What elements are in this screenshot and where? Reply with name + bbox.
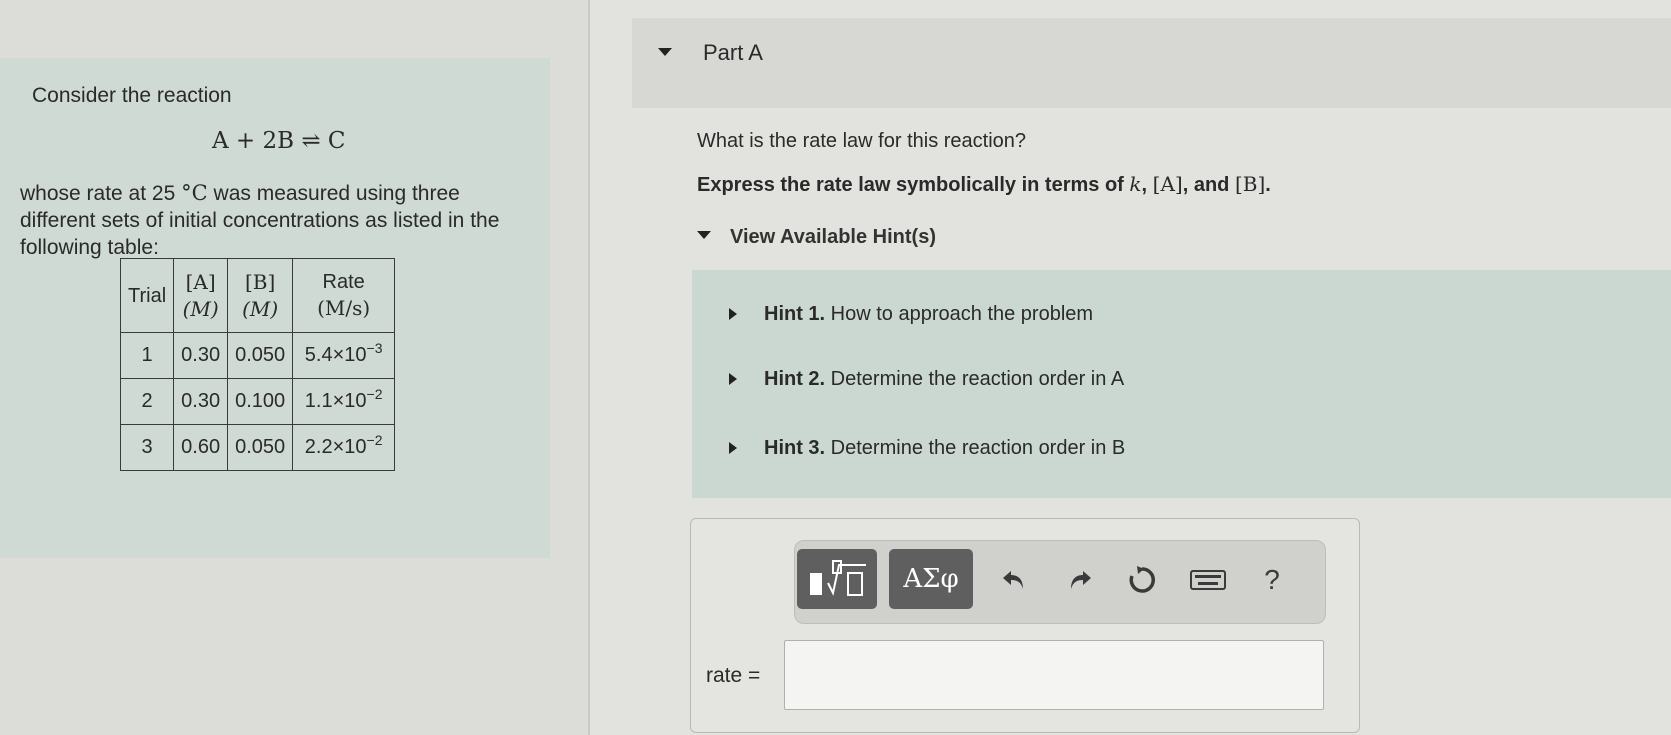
table-row: 1 0.30 0.050 5.4×10−3: [119, 332, 396, 379]
hints-caret-icon[interactable]: [697, 231, 711, 239]
reset-icon[interactable]: [1122, 558, 1162, 602]
cell-a: 0.60: [173, 424, 229, 471]
question-text: What is the rate law for this reaction?: [697, 130, 1027, 152]
templates-icon: [810, 560, 866, 596]
redo-icon[interactable]: [1060, 558, 1100, 602]
view-hints-toggle[interactable]: View Available Hint(s): [730, 226, 936, 249]
cell-b: 0.100: [227, 378, 294, 425]
cell-rate: 5.4×10−3: [292, 332, 396, 379]
help-icon[interactable]: ?: [1252, 558, 1292, 602]
hint-3-expand-icon[interactable]: [729, 442, 737, 454]
cell-b: 0.050: [227, 332, 294, 379]
cell-b: 0.050: [227, 424, 294, 471]
cell-trial: 1: [119, 332, 175, 379]
part-a-label[interactable]: Part A: [703, 40, 763, 66]
cell-trial: 3: [119, 424, 175, 471]
table-row: 2 0.30 0.100 1.1×10−2: [119, 378, 396, 425]
greek-symbols-button[interactable]: ΑΣφ: [889, 549, 973, 609]
rate-answer-input[interactable]: [784, 640, 1324, 710]
concentration-table: Trial [A] (M) [B] (M) Rate (M/s) 1 0.30 0.0…: [119, 258, 396, 471]
header-rate: Rate (M/s): [292, 258, 396, 333]
cell-trial: 2: [119, 378, 175, 425]
header-trial: Trial: [119, 258, 175, 333]
problem-intro: Consider the reaction: [32, 84, 232, 107]
problem-description: whose rate at 25 °C was measured using t…: [20, 181, 500, 259]
cell-a: 0.30: [173, 378, 229, 425]
table-row: 3 0.60 0.050 2.2×10−2: [119, 424, 396, 471]
undo-icon[interactable]: [994, 558, 1034, 602]
table-header-row: Trial [A] (M) [B] (M) Rate (M/s): [119, 258, 396, 333]
part-a-header[interactable]: [632, 18, 1671, 108]
hint-3[interactable]: Hint 3. Determine the reaction order in …: [764, 437, 1125, 460]
hint-1[interactable]: Hint 1. How to approach the problem: [764, 303, 1093, 326]
hint-2[interactable]: Hint 2. Determine the reaction order in …: [764, 368, 1124, 391]
keyboard-icon[interactable]: [1188, 558, 1228, 602]
express-instruction: Express the rate law symbolically in ter…: [697, 172, 1271, 196]
rate-label: rate =: [706, 664, 761, 687]
cell-a: 0.30: [173, 332, 229, 379]
hint-1-expand-icon[interactable]: [729, 308, 737, 320]
cell-rate: 2.2×10−2: [292, 424, 396, 471]
reaction-equation: A + 2B ⇌ C: [212, 128, 346, 154]
hint-2-expand-icon[interactable]: [729, 373, 737, 385]
header-a: [A] (M): [173, 258, 229, 333]
cell-rate: 1.1×10−2: [292, 378, 396, 425]
header-b: [B] (M): [227, 258, 294, 333]
collapse-caret-icon[interactable]: [658, 48, 672, 56]
templates-button[interactable]: [797, 549, 877, 609]
